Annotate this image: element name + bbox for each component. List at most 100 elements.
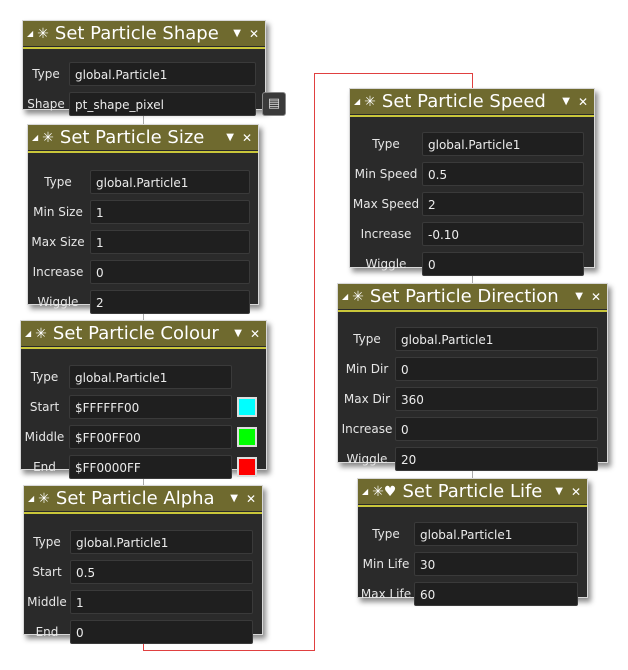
set-particle-shape-block[interactable]: ◢ ✳ Set Particle Shape ▼ ✕ Type global.P…	[22, 20, 286, 116]
block-title: Set Particle Alpha	[55, 488, 215, 509]
field-label: Middle	[24, 430, 65, 444]
type-field[interactable]: global.Particle1	[90, 170, 250, 194]
wiggle-field[interactable]: 2	[90, 290, 250, 314]
middle-field[interactable]: $FF00FF00	[69, 425, 232, 449]
menu-icon[interactable]: ▤	[262, 92, 286, 116]
close-icon[interactable]: ✕	[242, 131, 252, 145]
dropdown-arrow-icon[interactable]: ▼	[555, 486, 563, 497]
dropdown-arrow-icon[interactable]: ▼	[234, 328, 242, 339]
field-label: Max Life	[360, 587, 412, 601]
collapse-triangle-icon[interactable]: ◢	[28, 494, 34, 503]
field-label: Wiggle	[346, 452, 388, 466]
close-icon[interactable]: ✕	[578, 95, 588, 109]
type-field[interactable]: global.Particle1	[69, 62, 256, 86]
field-label: Wiggle	[365, 257, 407, 271]
block-title: Set Particle Life	[402, 481, 543, 502]
block-header[interactable]: ◢ ✳ Set Particle Colour ▼ ✕	[21, 321, 266, 346]
increase-field[interactable]: -0.10	[422, 222, 584, 246]
type-field[interactable]: global.Particle1	[70, 530, 253, 554]
collapse-triangle-icon[interactable]: ◢	[342, 292, 348, 301]
type-field[interactable]: global.Particle1	[395, 327, 598, 351]
end-field[interactable]: $FF0000FF	[69, 455, 232, 479]
field-label: Max Speed	[352, 197, 420, 211]
heart-particle-icon: ✳♥	[372, 483, 397, 500]
particle-sparkle-icon: ✳	[35, 325, 47, 342]
field-row: Increase -0.10	[350, 222, 594, 246]
collapse-triangle-icon[interactable]: ◢	[354, 97, 360, 106]
start-field[interactable]: 0.5	[70, 560, 253, 584]
field-row: Shape pt_shape_pixel ▤	[23, 92, 286, 116]
dropdown-arrow-icon[interactable]: ▼	[230, 493, 238, 504]
set-particle-size-block[interactable]: ◢ ✳ Set Particle Size ▼ ✕ Type global.Pa…	[27, 124, 259, 314]
dropdown-arrow-icon[interactable]: ▼	[575, 291, 583, 302]
block-header[interactable]: ◢ ✳ Set Particle Size ▼ ✕	[28, 125, 258, 150]
field-row: Type global.Particle1	[23, 62, 265, 86]
block-header[interactable]: ◢ ✳ Set Particle Direction ▼ ✕	[338, 284, 607, 309]
particle-sparkle-icon: ✳	[38, 490, 50, 507]
colour-swatch[interactable]	[237, 397, 257, 417]
field-row: Type global.Particle1	[358, 522, 587, 546]
min-size-field[interactable]: 1	[90, 200, 250, 224]
max-life-field[interactable]: 60	[414, 582, 578, 606]
min-dir-field[interactable]: 0	[395, 357, 598, 381]
field-row: Max Dir 360	[338, 387, 607, 411]
close-icon[interactable]: ✕	[249, 27, 259, 41]
field-label: Type	[372, 137, 400, 151]
shape-field[interactable]: pt_shape_pixel	[69, 92, 256, 116]
max-speed-field[interactable]: 2	[422, 192, 584, 216]
close-icon[interactable]: ✕	[250, 327, 260, 341]
block-header[interactable]: ◢ ✳ Set Particle Shape ▼ ✕	[23, 21, 265, 46]
block-title: Set Particle Direction	[369, 286, 559, 307]
field-label: Wiggle	[37, 295, 79, 309]
collapse-triangle-icon[interactable]: ◢	[25, 329, 31, 338]
min-speed-field[interactable]: 0.5	[422, 162, 584, 186]
close-icon[interactable]: ✕	[246, 492, 256, 506]
block-header[interactable]: ◢ ✳ Set Particle Speed ▼ ✕	[350, 89, 594, 114]
max-dir-field[interactable]: 360	[395, 387, 598, 411]
set-particle-direction-block[interactable]: ◢ ✳ Set Particle Direction ▼ ✕ Type glob…	[337, 283, 608, 471]
field-label: Middle	[27, 595, 67, 609]
field-label: Type	[32, 67, 60, 81]
field-label: Increase	[341, 422, 393, 436]
field-row: Max Speed 2	[350, 192, 594, 216]
field-row: Max Size 1	[28, 230, 258, 254]
set-particle-speed-block[interactable]: ◢ ✳ Set Particle Speed ▼ ✕ Type global.P…	[349, 88, 595, 276]
end-field[interactable]: 0	[70, 620, 253, 644]
header-divider	[23, 47, 265, 49]
colour-swatch[interactable]	[237, 427, 257, 447]
collapse-triangle-icon[interactable]: ◢	[32, 133, 38, 142]
field-row: Middle $FF00FF00	[21, 425, 266, 449]
collapse-triangle-icon[interactable]: ◢	[362, 487, 368, 496]
field-label: End	[33, 460, 56, 474]
type-field[interactable]: global.Particle1	[414, 522, 578, 546]
middle-field[interactable]: 1	[70, 590, 253, 614]
dropdown-arrow-icon[interactable]: ▼	[226, 132, 234, 143]
collapse-triangle-icon[interactable]: ◢	[27, 29, 33, 38]
dropdown-arrow-icon[interactable]: ▼	[233, 28, 241, 39]
increase-field[interactable]: 0	[90, 260, 250, 284]
block-header[interactable]: ◢ ✳ Set Particle Alpha ▼ ✕	[24, 486, 262, 511]
dropdown-arrow-icon[interactable]: ▼	[562, 96, 570, 107]
set-particle-alpha-block[interactable]: ◢ ✳ Set Particle Alpha ▼ ✕ Type global.P…	[23, 485, 263, 644]
start-field[interactable]: $FFFFFF00	[69, 395, 232, 419]
field-label: Type	[372, 527, 400, 541]
wiggle-field[interactable]: 20	[395, 447, 598, 471]
field-label: Increase	[32, 265, 84, 279]
increase-field[interactable]: 0	[395, 417, 598, 441]
min-life-field[interactable]: 30	[414, 552, 578, 576]
close-icon[interactable]: ✕	[571, 485, 581, 499]
field-row: Max Life 60	[358, 582, 587, 606]
type-field[interactable]: global.Particle1	[69, 365, 232, 389]
block-header[interactable]: ◢ ✳♥ Set Particle Life ▼ ✕	[358, 479, 587, 504]
particle-sparkle-icon: ✳	[37, 25, 49, 42]
max-size-field[interactable]: 1	[90, 230, 250, 254]
field-row: Type global.Particle1	[21, 365, 266, 389]
set-particle-colour-block[interactable]: ◢ ✳ Set Particle Colour ▼ ✕ Type global.…	[20, 320, 267, 479]
close-icon[interactable]: ✕	[591, 290, 601, 304]
set-particle-life-block[interactable]: ◢ ✳♥ Set Particle Life ▼ ✕ Type global.P…	[357, 478, 588, 606]
type-field[interactable]: global.Particle1	[422, 132, 584, 156]
field-row: Wiggle 2	[28, 290, 258, 314]
field-row: Type global.Particle1	[24, 530, 262, 554]
wiggle-field[interactable]: 0	[422, 252, 584, 276]
colour-swatch[interactable]	[237, 457, 257, 477]
